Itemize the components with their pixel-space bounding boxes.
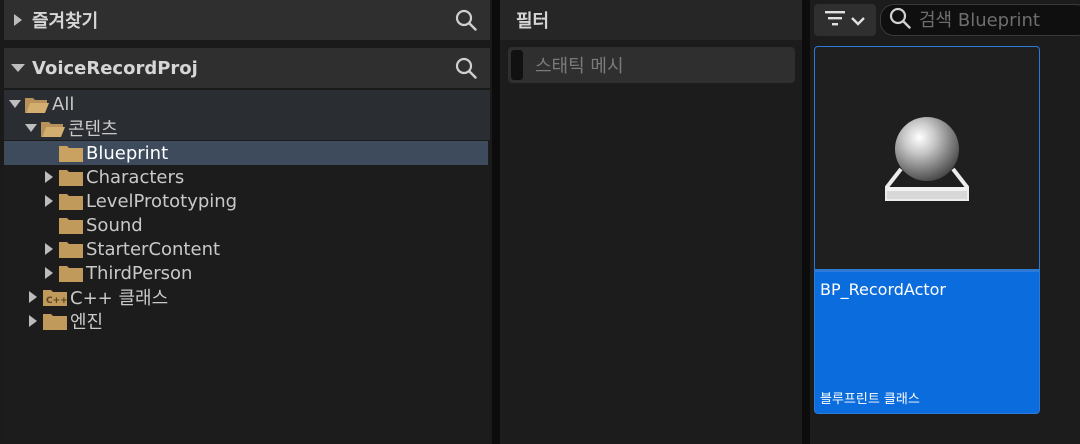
folder-icon xyxy=(58,264,84,282)
filter-chip-label: 스태틱 메시 xyxy=(535,56,624,77)
folder-icon xyxy=(58,216,84,234)
filter-title: 필터 xyxy=(500,0,802,40)
search-icon[interactable] xyxy=(442,9,490,31)
folder-open-icon xyxy=(40,119,66,137)
tree-item-label: Blueprint xyxy=(86,142,169,164)
collapsed-arrow-icon[interactable] xyxy=(26,314,40,328)
asset-search[interactable] xyxy=(880,4,1080,36)
tree-item-label: 엔진 xyxy=(70,312,104,333)
tree-item-label: LevelPrototyping xyxy=(86,190,238,212)
tree-item-label: StarterContent xyxy=(86,238,221,260)
filter-panel: 필터 스태틱 메시 xyxy=(500,0,802,444)
tree-item-label: Sound xyxy=(86,214,143,236)
folder-icon xyxy=(58,144,84,162)
tree-item-content[interactable]: 콘텐츠 xyxy=(4,116,488,140)
folder-icon xyxy=(42,312,68,330)
asset-tile[interactable]: BP_RecordActor 블루프린트 클래스 xyxy=(814,46,1040,414)
tree-item-all[interactable]: All xyxy=(4,92,488,116)
panel-splitter[interactable] xyxy=(802,0,810,444)
panel-splitter[interactable] xyxy=(492,0,500,444)
blueprint-actor-icon xyxy=(885,117,969,201)
tree-item-label: All xyxy=(52,93,75,115)
chevron-down-icon xyxy=(851,11,865,30)
tree-item-label: C++ 클래스 xyxy=(70,288,169,309)
collapse-down-icon[interactable] xyxy=(4,63,32,73)
expanded-arrow-icon[interactable] xyxy=(8,97,22,111)
folder-icon xyxy=(58,240,84,258)
tree-item-sound[interactable]: Sound xyxy=(4,213,488,237)
project-header[interactable]: VoiceRecordProj xyxy=(4,48,490,88)
tree-item-label: ThirdPerson xyxy=(86,262,193,284)
collapsed-arrow-icon[interactable] xyxy=(26,290,40,304)
tree-item-blueprint[interactable]: Blueprint xyxy=(4,141,488,165)
tree-item-label: Characters xyxy=(86,166,185,188)
folder-open-icon xyxy=(24,95,50,113)
search-icon[interactable] xyxy=(442,57,490,79)
tree-item-engine[interactable]: 엔진 xyxy=(4,309,488,333)
folder-tree: All 콘텐츠 Blueprint Characters LevelProtot… xyxy=(4,90,490,440)
svg-text:C++: C++ xyxy=(46,296,68,306)
tree-item-characters[interactable]: Characters xyxy=(4,165,488,189)
folder-icon xyxy=(58,192,84,210)
filter-dropdown-button[interactable] xyxy=(814,4,876,36)
tree-item-label: 콘텐츠 xyxy=(68,119,118,140)
favorites-header[interactable]: 즐겨찾기 xyxy=(4,0,490,40)
sources-panel: 즐겨찾기 VoiceRecordProj All 콘텐츠 Blueprint C… xyxy=(0,0,492,444)
asset-type: 블루프린트 클래스 xyxy=(820,392,920,407)
tree-item-cpp-classes[interactable]: C++ C++ 클래스 xyxy=(4,285,488,309)
asset-name: BP_RecordActor xyxy=(820,280,947,299)
search-input[interactable] xyxy=(919,9,1079,31)
cpp-folder-icon: C++ xyxy=(42,288,68,306)
project-title: VoiceRecordProj xyxy=(32,57,198,79)
collapsed-arrow-icon[interactable] xyxy=(42,194,56,208)
content-panel: BP_RecordActor 블루프린트 클래스 xyxy=(810,0,1080,444)
favorites-title: 즐겨찾기 xyxy=(32,11,99,32)
filter-lines-icon xyxy=(825,10,845,30)
folder-icon xyxy=(58,168,84,186)
collapsed-arrow-icon[interactable] xyxy=(42,170,56,184)
filter-chip-static-mesh[interactable]: 스태틱 메시 xyxy=(508,47,795,83)
filter-checkbox[interactable] xyxy=(511,50,523,80)
collapsed-arrow-icon[interactable] xyxy=(42,242,56,256)
asset-thumbnail xyxy=(815,47,1039,271)
tree-item-thirdperson[interactable]: ThirdPerson xyxy=(4,261,488,285)
collapse-right-icon[interactable] xyxy=(4,14,32,26)
tree-item-levelprototyping[interactable]: LevelPrototyping xyxy=(4,189,488,213)
collapsed-arrow-icon[interactable] xyxy=(42,266,56,280)
search-icon xyxy=(889,7,911,33)
tree-item-startercontent[interactable]: StarterContent xyxy=(4,237,488,261)
expanded-arrow-icon[interactable] xyxy=(24,121,38,135)
